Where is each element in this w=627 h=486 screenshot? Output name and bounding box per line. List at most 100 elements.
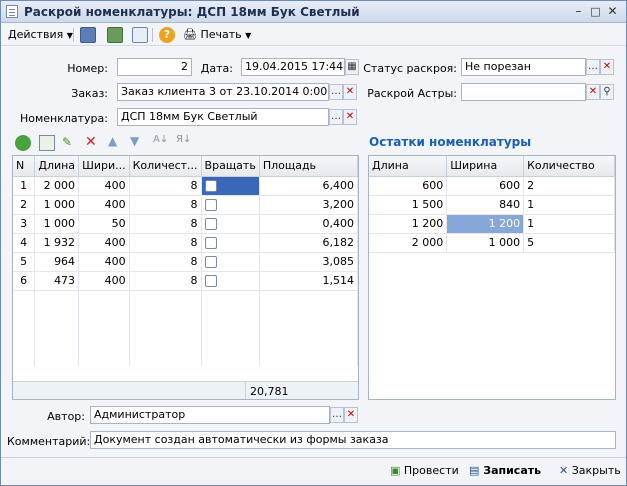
close-x-icon: ✕ <box>559 464 569 477</box>
column-header[interactable]: Количест... <box>129 156 202 177</box>
table-row[interactable]: 2 000 1 000 5 <box>369 233 615 253</box>
checkbox-icon[interactable] <box>204 237 217 249</box>
select-button[interactable]: … <box>330 407 344 423</box>
go-to-list-icon[interactable] <box>80 27 96 43</box>
refresh-icon[interactable] <box>107 27 123 43</box>
number-field[interactable]: 2 <box>117 58 192 76</box>
table-row[interactable]: 41 932 400 8 6,182 <box>13 233 358 253</box>
table-cell: 473 <box>34 271 80 291</box>
column-header[interactable]: Вращать <box>201 156 260 177</box>
table-row[interactable]: 5 964 400 8 3,085 <box>13 252 358 272</box>
rotate-checkbox[interactable] <box>201 271 260 291</box>
empty-cell <box>78 328 130 347</box>
clear-icon[interactable]: ✕ <box>343 109 357 125</box>
rotate-checkbox[interactable] <box>201 252 260 272</box>
clear-icon[interactable]: ✕ <box>600 59 614 75</box>
empty-cell <box>201 347 260 366</box>
add-row-icon[interactable] <box>15 135 31 151</box>
author-field[interactable]: Администратор <box>90 406 330 424</box>
astra-field[interactable] <box>461 83 586 101</box>
chevron-down-icon: ▼ <box>245 31 252 40</box>
empty-cell <box>13 347 36 366</box>
table-row[interactable]: 12 000 400 8 6,400 <box>13 176 358 196</box>
close-button[interactable]: ✕ Закрыть <box>559 462 621 480</box>
empty-cell <box>259 309 358 328</box>
delete-row-icon[interactable]: ✕ <box>85 134 97 150</box>
column-header[interactable]: Длина <box>34 156 80 177</box>
rotate-checkbox[interactable] <box>201 195 260 215</box>
column-header[interactable]: Длина <box>369 156 448 177</box>
empty-cell <box>78 347 130 366</box>
status-field[interactable]: Не порезан <box>461 58 586 76</box>
column-header[interactable]: Площадь <box>259 156 358 177</box>
table-cell: 8 <box>129 214 202 234</box>
table-cell: 600 <box>446 176 525 196</box>
table-row[interactable]: 31 000 50 8 0,400 <box>13 214 358 234</box>
sort-asc-icon[interactable]: A↓ <box>153 134 168 145</box>
column-header[interactable]: Шири... <box>78 156 130 177</box>
table-cell: 1 <box>523 195 615 215</box>
empty-cell <box>34 290 80 309</box>
rotate-checkbox[interactable] <box>201 233 260 253</box>
date-field[interactable]: 19.04.2015 17:44:26 <box>241 58 345 76</box>
table-row[interactable]: 1 500 840 1 <box>369 195 615 215</box>
empty-cell <box>34 347 80 366</box>
table-cell: 1 000 <box>34 214 80 234</box>
maximize-icon[interactable]: □ <box>588 4 603 19</box>
table-row[interactable]: 21 000 400 8 3,200 <box>13 195 358 215</box>
move-down-icon[interactable]: ▼ <box>130 134 139 148</box>
table-cell: 6,400 <box>259 176 358 196</box>
cuts-table[interactable]: N Длина Шири... Количест... Вращать Площадь 1… <box>12 155 359 400</box>
column-header[interactable]: Количество <box>523 156 615 177</box>
print-menu[interactable]: 🖨 Печать ▼ <box>183 27 251 43</box>
move-up-icon[interactable]: ▲ <box>108 134 117 148</box>
actions-menu[interactable]: Действия ▼ <box>8 27 73 43</box>
help-icon[interactable]: ? <box>159 27 175 43</box>
table-cell: 5 <box>523 233 615 253</box>
save-button[interactable]: ▤ Записать <box>469 462 541 480</box>
table-cell: 2 000 <box>369 233 448 253</box>
close-icon[interactable]: ✕ <box>605 4 620 19</box>
title-bar: Раскрой номенклатуры: ДСП 18мм Бук Светл… <box>1 1 626 23</box>
sort-desc-icon[interactable]: Я↓ <box>176 134 191 145</box>
table-row[interactable]: 6 473 400 8 1,514 <box>13 271 358 291</box>
empty-cell <box>34 309 80 328</box>
clear-icon[interactable]: ✕ <box>343 84 357 100</box>
copy-row-icon[interactable] <box>39 135 55 151</box>
empty-row <box>13 328 358 347</box>
table-row[interactable]: 1 200 1 200 1 <box>369 214 615 234</box>
empty-cell <box>201 290 260 309</box>
checkbox-icon[interactable] <box>204 199 217 211</box>
empty-cell <box>129 290 202 309</box>
table-cell: 6,182 <box>259 233 358 253</box>
post-button[interactable]: ▣ Провести <box>390 462 459 480</box>
order-field[interactable]: Заказ клиента 3 от 23.10.2014 0:00:00 <box>117 83 329 101</box>
checkbox-icon[interactable] <box>204 180 217 192</box>
checkbox-icon[interactable] <box>204 256 217 268</box>
remainders-table[interactable]: Длина Ширина Количество 600 600 2 1 500 840 1 1 … <box>368 155 616 400</box>
checkbox-icon[interactable] <box>204 275 217 287</box>
select-button[interactable]: … <box>329 109 343 125</box>
table-row[interactable]: 600 600 2 <box>369 176 615 196</box>
copy-icon[interactable] <box>132 27 148 43</box>
table-cell: 8 <box>129 271 202 291</box>
clear-icon[interactable]: ✕ <box>344 407 358 423</box>
rotate-checkbox[interactable] <box>201 214 260 234</box>
select-button[interactable]: … <box>329 84 343 100</box>
checkbox-icon[interactable] <box>204 218 217 230</box>
edit-row-icon[interactable]: ✎ <box>62 135 72 149</box>
table-cell: 1 500 <box>369 195 448 215</box>
select-button[interactable]: … <box>586 59 600 75</box>
table-cell: 6 <box>13 271 36 291</box>
table-cell: 1 000 <box>446 233 525 253</box>
empty-cell <box>13 290 36 309</box>
column-header[interactable]: Ширина <box>446 156 525 177</box>
nomenclature-field[interactable]: ДСП 18мм Бук Светлый <box>117 108 329 126</box>
calendar-icon[interactable]: ▦ <box>345 59 359 75</box>
comment-field[interactable]: Документ создан автоматически из формы з… <box>90 431 616 449</box>
search-icon[interactable]: ⚲ <box>600 84 614 100</box>
clear-icon[interactable]: ✕ <box>586 84 600 100</box>
column-header[interactable]: N <box>13 156 36 177</box>
rotate-checkbox[interactable] <box>201 176 260 196</box>
minimize-icon[interactable]: – <box>571 4 586 19</box>
